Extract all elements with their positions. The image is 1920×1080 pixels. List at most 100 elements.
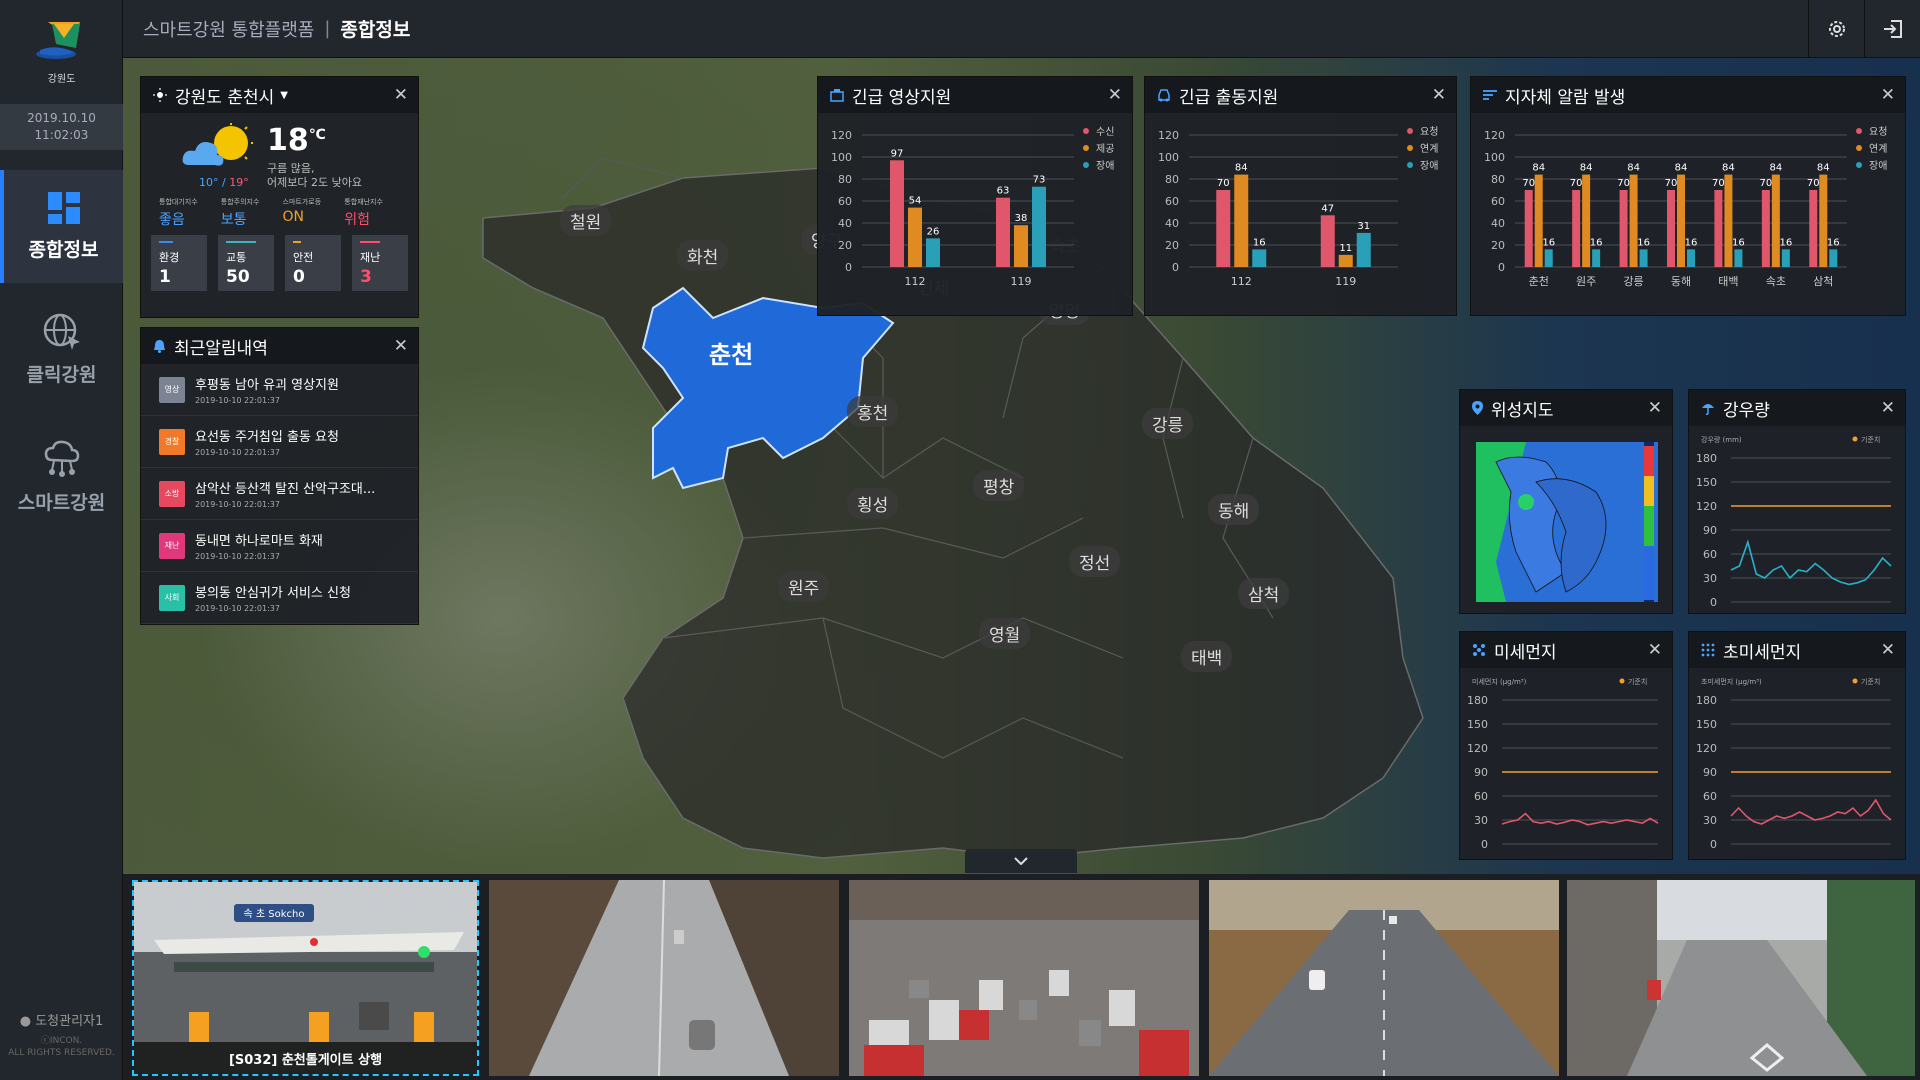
- bar[interactable]: [1761, 190, 1770, 267]
- close-icon[interactable]: ✕: [1648, 398, 1662, 418]
- data-label: 38: [1015, 213, 1028, 224]
- y-tick-label: 30: [1703, 814, 1717, 827]
- alert-item[interactable]: 사회 봉의동 안심귀가 서비스 신청 2019-10-10 22:01:37: [141, 572, 418, 624]
- alert-item[interactable]: 영상 후평동 남아 유괴 영상지원 2019-10-10 22:01:37: [141, 364, 418, 416]
- breadcrumb[interactable]: 스마트강원 통합플랫폼: [143, 16, 314, 42]
- bar[interactable]: [1619, 190, 1628, 267]
- bar[interactable]: [1320, 215, 1335, 267]
- close-icon[interactable]: ✕: [1108, 85, 1122, 105]
- location-dropdown-icon[interactable]: ▼: [280, 90, 288, 101]
- legend-dot: [1856, 145, 1862, 151]
- logout-button[interactable]: [1864, 0, 1920, 58]
- map-label-samcheok[interactable]: 삼척: [1238, 578, 1290, 609]
- map-label-gangneung[interactable]: 강릉: [1142, 408, 1194, 439]
- sidebar: 강원도 2019.10.10 11:02:03 종합정보 클릭강원 스마트강원 …: [0, 0, 123, 1080]
- nav-item-overview[interactable]: 종합정보: [0, 170, 123, 283]
- cctv-feed-1[interactable]: 속 초 Sokcho [S032] 춘천톨게이트 상행: [132, 880, 479, 1076]
- map-label-cheorwon[interactable]: 철원: [560, 205, 612, 236]
- bar[interactable]: [1216, 190, 1231, 267]
- bar[interactable]: [1734, 249, 1743, 267]
- cctv-feed-4[interactable]: [1209, 880, 1559, 1076]
- y-axis-label: 미세먼지 (μg/m³): [1472, 677, 1527, 686]
- bar[interactable]: [1356, 232, 1371, 267]
- status-card-environment[interactable]: 환경 1: [151, 235, 207, 291]
- nav-item-smart-gangwon[interactable]: 스마트강원: [0, 420, 123, 533]
- map-label-wonju[interactable]: 원주: [778, 571, 830, 602]
- close-icon[interactable]: ✕: [1881, 85, 1895, 105]
- y-tick-label: 0: [1710, 596, 1717, 609]
- status-card-traffic[interactable]: 교통 50: [218, 235, 274, 291]
- weather-location[interactable]: 강원도 춘천시: [175, 83, 274, 108]
- bar[interactable]: [1781, 249, 1790, 267]
- bar[interactable]: [1582, 174, 1591, 267]
- status-card-safety[interactable]: 안전 0: [285, 235, 341, 291]
- map-label-taebaek[interactable]: 태백: [1181, 641, 1233, 672]
- datetime-box: 2019.10.10 11:02:03: [0, 104, 123, 150]
- bar[interactable]: [996, 197, 1010, 267]
- bar[interactable]: [1724, 174, 1733, 267]
- bar[interactable]: [1629, 174, 1638, 267]
- map-label-hongcheon[interactable]: 홍천: [847, 396, 899, 427]
- bar[interactable]: [1829, 249, 1838, 267]
- satellite-header: 위성지도 ✕: [1460, 390, 1672, 426]
- status-card-disaster[interactable]: 재난 3: [352, 235, 408, 291]
- bar[interactable]: [1338, 254, 1353, 267]
- cctv-feed-2[interactable]: [489, 880, 839, 1076]
- bar[interactable]: [1524, 190, 1533, 267]
- y-tick-label: 100: [831, 151, 852, 164]
- bar[interactable]: [1234, 174, 1249, 267]
- close-icon[interactable]: ✕: [1881, 640, 1895, 660]
- bar[interactable]: [1667, 190, 1675, 267]
- cctv-feed-5[interactable]: [1567, 880, 1915, 1076]
- series-line[interactable]: [1501, 812, 1659, 826]
- bar[interactable]: [1714, 190, 1723, 267]
- alert-item[interactable]: 소방 삼악산 등산객 탈진 산악구조대... 2019-10-10 22:01:…: [141, 468, 418, 520]
- map-label-hwacheon[interactable]: 화천: [677, 240, 729, 271]
- bar[interactable]: [1819, 174, 1828, 267]
- map-label-hoengseong[interactable]: 횡성: [847, 488, 899, 519]
- legend-label: 기준치: [1861, 435, 1880, 444]
- bar[interactable]: [1252, 249, 1267, 267]
- y-tick-label: 100: [1484, 151, 1505, 164]
- alert-item[interactable]: 재난 동내면 하나로마트 화재 2019-10-10 22:01:37: [141, 520, 418, 572]
- bar[interactable]: [1687, 249, 1695, 267]
- bar[interactable]: [908, 207, 922, 267]
- bar[interactable]: [890, 160, 904, 267]
- cctv-feed-3[interactable]: [849, 880, 1199, 1076]
- settings-button[interactable]: [1808, 0, 1864, 58]
- y-tick-label: 20: [1165, 239, 1179, 252]
- bar[interactable]: [1014, 225, 1028, 267]
- bar[interactable]: [1592, 249, 1601, 267]
- alert-item[interactable]: 경찰 요선동 주거침입 출동 요청 2019-10-10 22:01:37: [141, 416, 418, 468]
- index-streetlight: 스마트가로등 ON: [282, 198, 322, 225]
- bar[interactable]: [1032, 186, 1046, 267]
- bar[interactable]: [926, 238, 940, 267]
- nav-item-click-gangwon[interactable]: 클릭강원: [0, 293, 123, 406]
- bar[interactable]: [1639, 249, 1648, 267]
- user-name[interactable]: 도청관리자1: [35, 1014, 103, 1029]
- toll-sign-text: 속 초 Sokcho: [244, 908, 305, 920]
- satellite-image[interactable]: [1476, 442, 1658, 602]
- collapse-toggle[interactable]: [965, 849, 1077, 873]
- logo[interactable]: 강원도: [0, 0, 123, 103]
- close-icon[interactable]: ✕: [1648, 640, 1662, 660]
- map-label-jeongseon[interactable]: 정선: [1069, 546, 1121, 577]
- bell-icon: [153, 339, 166, 353]
- bar[interactable]: [1544, 249, 1553, 267]
- close-icon[interactable]: ✕: [394, 85, 408, 105]
- bar[interactable]: [1534, 174, 1543, 267]
- data-label: 70: [1759, 178, 1772, 189]
- bar[interactable]: [1572, 190, 1581, 267]
- close-icon[interactable]: ✕: [1881, 398, 1895, 418]
- bar[interactable]: [1771, 174, 1780, 267]
- chart-title-3: 강우량: [1723, 400, 1770, 421]
- legend-dot: [1083, 145, 1089, 151]
- map-label-donghae[interactable]: 동해: [1208, 494, 1260, 525]
- bar[interactable]: [1809, 190, 1818, 267]
- map-label-yeongwol[interactable]: 영월: [979, 618, 1031, 649]
- alerts-title: 최근알림내역: [174, 338, 268, 359]
- close-icon[interactable]: ✕: [1432, 85, 1446, 105]
- close-icon[interactable]: ✕: [394, 336, 408, 356]
- map-label-pyeongchang[interactable]: 평창: [973, 470, 1025, 501]
- bar[interactable]: [1677, 174, 1685, 267]
